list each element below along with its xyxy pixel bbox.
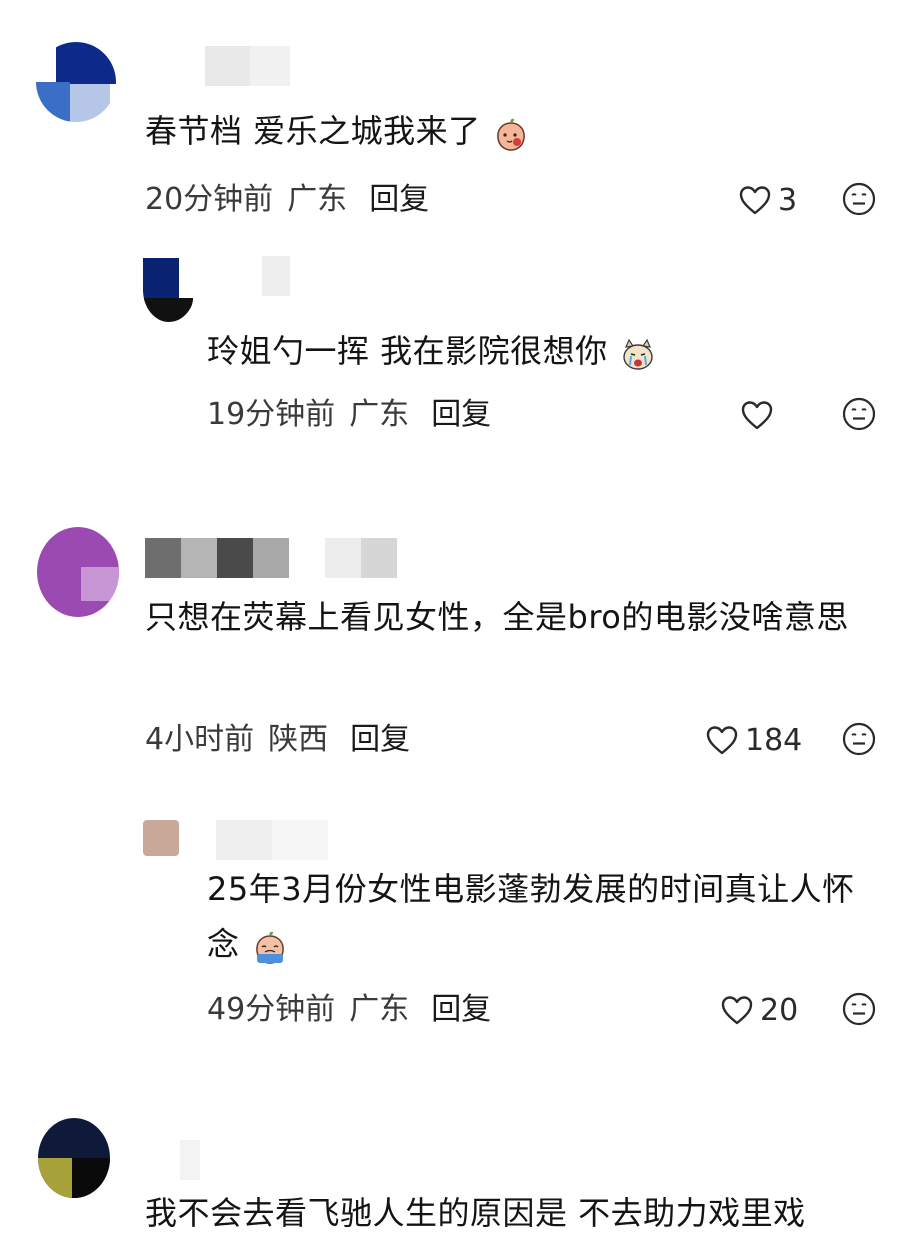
- like-button[interactable]: 3: [738, 180, 797, 220]
- comment-text: 只想在荧幕上看见女性，全是bro的电影没啥意思: [145, 598, 849, 636]
- comment-time: 4小时前: [145, 722, 255, 757]
- username-blurred[interactable]: [205, 46, 290, 86]
- reply-button[interactable]: 回复: [369, 182, 429, 217]
- reply-button[interactable]: 回复: [350, 722, 410, 757]
- username-blurred[interactable]: [216, 820, 328, 860]
- neutral-face-icon[interactable]: [842, 182, 876, 216]
- comment-time: 49分钟前: [207, 992, 336, 1027]
- reply-button[interactable]: 回复: [431, 397, 491, 432]
- username-blurred[interactable]: [262, 256, 290, 296]
- comment-region: 广东: [349, 397, 410, 432]
- like-button[interactable]: 184: [705, 720, 802, 760]
- neutral-face-icon[interactable]: [842, 992, 876, 1026]
- username-blurred[interactable]: [180, 1140, 200, 1180]
- comment-text: 玲姐勺一挥 我在影院很想你: [207, 324, 847, 379]
- avatar[interactable]: [37, 527, 119, 617]
- comment-meta: 20分钟前 广东 回复: [145, 180, 429, 220]
- username-blurred[interactable]: [145, 538, 397, 578]
- like-button[interactable]: [740, 395, 780, 435]
- comment-region: 陕西: [268, 722, 329, 757]
- avatar[interactable]: [143, 790, 185, 866]
- heart-outline-icon: [721, 996, 753, 1025]
- peach-blush-emoji: [493, 115, 529, 151]
- comment-time: 19分钟前: [207, 397, 336, 432]
- neutral-face-icon[interactable]: [842, 397, 876, 431]
- avatar[interactable]: [36, 42, 116, 122]
- comment-text: 25年3月份女性电影蓬勃发展的时间真让人怀念: [207, 870, 855, 964]
- like-button[interactable]: 20: [720, 990, 798, 1030]
- comment-region: 广东: [287, 182, 348, 217]
- like-count: 3: [778, 182, 798, 218]
- peach-crying-emoji: [252, 928, 288, 964]
- comment-meta: 49分钟前 广东 回复: [207, 990, 491, 1030]
- comment-meta: 19分钟前 广东 回复: [207, 395, 491, 435]
- comment-time: 20分钟前: [145, 182, 274, 217]
- like-count: 20: [760, 992, 799, 1028]
- neutral-face-icon[interactable]: [842, 722, 876, 756]
- heart-outline-icon: [706, 726, 738, 755]
- avatar[interactable]: [143, 258, 195, 322]
- reply-button[interactable]: 回复: [431, 992, 491, 1027]
- comment-text: 春节档 爱乐之城我来了: [145, 104, 845, 159]
- heart-outline-icon: [739, 186, 771, 215]
- crying-dog-emoji: [620, 335, 656, 371]
- comment-meta: 4小时前 陕西 回复: [145, 720, 410, 760]
- comment-text: 我不会去看飞驰人生的原因是 不去助力戏里戏: [145, 1194, 806, 1232]
- avatar[interactable]: [38, 1118, 110, 1198]
- like-count: 184: [745, 722, 803, 758]
- comment-region: 广东: [349, 992, 410, 1027]
- heart-outline-icon: [741, 401, 773, 430]
